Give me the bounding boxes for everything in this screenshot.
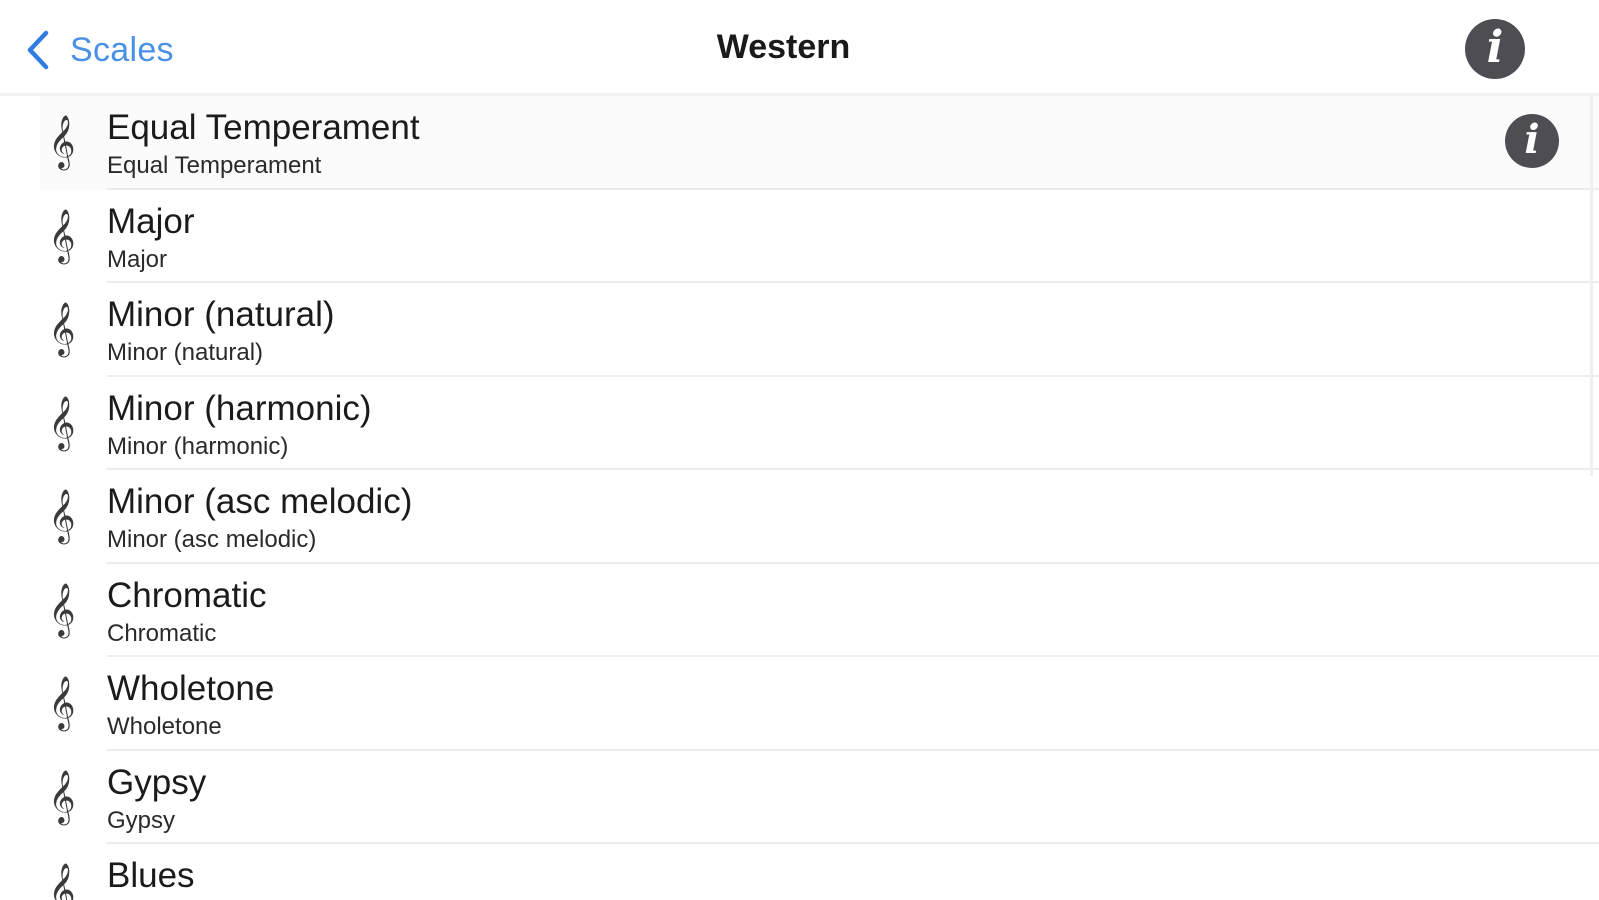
navigation-bar: Scales Western i <box>0 0 1599 96</box>
treble-clef-icon: 𝄞 <box>48 114 76 168</box>
treble-clef-icon: 𝄞 <box>48 207 76 262</box>
scale-subtitle: Gypsy <box>107 806 176 834</box>
treble-clef-icon: 𝄞 <box>48 768 76 823</box>
scale-subtitle: Chromatic <box>107 619 217 647</box>
scale-title: Chromatic <box>107 575 267 615</box>
page-title: Western <box>0 28 1599 67</box>
treble-clef-icon: 𝄞 <box>48 301 76 355</box>
scale-title: Major <box>107 201 195 241</box>
back-button[interactable]: Scales <box>26 24 174 76</box>
list-item[interactable]: 𝄞 Minor (harmonic) Minor (harmonic) <box>40 377 1599 470</box>
scale-subtitle: Minor (asc melodic) <box>107 526 317 553</box>
page-title-text: Western <box>716 28 851 66</box>
scale-subtitle: Equal Temperament <box>107 152 322 179</box>
app-window: Scales Western i 𝄞 Equal Temperament Equal… <box>0 0 1599 900</box>
scale-title: Blues <box>107 856 195 895</box>
scale-subtitle: Wholetone <box>107 713 222 740</box>
scale-title: Minor (asc melodic) <box>107 482 413 521</box>
scroll-edge <box>1590 96 1593 476</box>
scale-title: Wholetone <box>107 669 275 708</box>
scale-title: Minor (harmonic) <box>107 388 372 428</box>
list-item[interactable]: 𝄞 Wholetone Wholetone <box>40 657 1599 751</box>
row-info-button[interactable]: i <box>1505 114 1559 168</box>
list-item[interactable]: 𝄞 Minor (asc melodic) Minor (asc melodic) <box>40 470 1599 564</box>
chevron-left-icon <box>26 30 50 70</box>
info-icon: i <box>1486 22 1504 73</box>
treble-clef-icon: 𝄞 <box>48 675 76 729</box>
list-item[interactable]: 𝄞 Minor (natural) Minor (natural) <box>40 283 1599 377</box>
list-item[interactable]: 𝄞 Major Major <box>40 190 1599 283</box>
treble-clef-icon: 𝄞 <box>48 862 76 900</box>
list-item[interactable]: 𝄞 Chromatic Chromatic <box>40 564 1599 657</box>
scale-subtitle: Minor (natural) <box>107 339 264 366</box>
scale-subtitle: Major <box>107 245 168 273</box>
treble-clef-icon: 𝄞 <box>48 488 76 542</box>
info-icon: i <box>1524 116 1540 163</box>
scale-title: Gypsy <box>107 762 207 802</box>
scale-title: Minor (natural) <box>107 295 335 334</box>
treble-clef-icon: 𝄞 <box>48 394 76 449</box>
scale-list[interactable]: 𝄞 Equal Temperament Equal Temperament i 𝄞 Maj… <box>40 96 1599 900</box>
back-button-label: Scales <box>70 30 174 69</box>
info-button[interactable]: i <box>1465 19 1525 79</box>
list-item[interactable]: 𝄞 Blues <box>40 844 1599 900</box>
scale-subtitle: Minor (harmonic) <box>107 432 289 460</box>
list-item[interactable]: 𝄞 Gypsy Gypsy <box>40 751 1599 844</box>
list-item[interactable]: 𝄞 Equal Temperament Equal Temperament i <box>40 96 1599 190</box>
treble-clef-icon: 𝄞 <box>48 581 76 636</box>
scale-title: Equal Temperament <box>107 108 420 147</box>
